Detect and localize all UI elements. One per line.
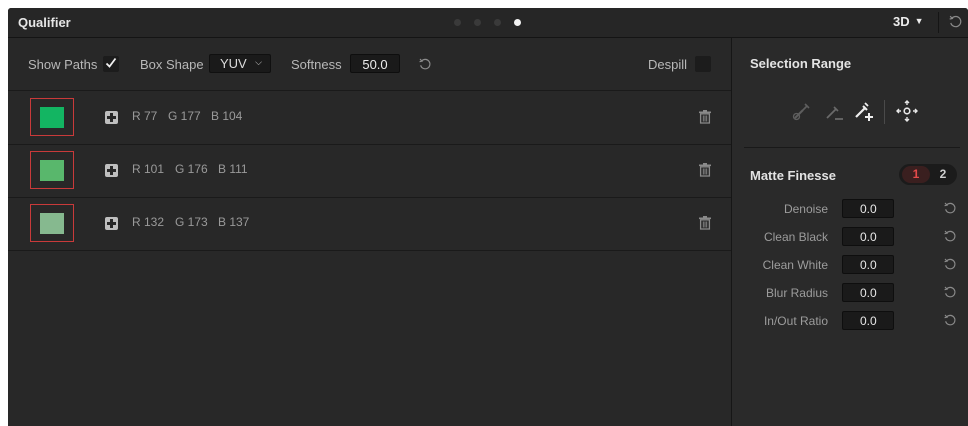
panel-header: Qualifier 3D ▼	[8, 8, 968, 38]
matte-finesse-title: Matte Finesse	[750, 168, 836, 183]
color-sample-row[interactable]: R 77 G 177 B 104	[8, 91, 731, 145]
rgb-b-value: B 137	[218, 215, 250, 229]
settings-sidebar: Selection Range Matte Finesse 1 2 Denois…	[731, 38, 968, 426]
box-shape-value: YUV	[220, 56, 247, 71]
qualifier-main: Show Paths Box Shape YUV ⌵ Softness 50.0…	[8, 38, 731, 426]
picker-icon[interactable]	[791, 100, 813, 122]
rgb-b-value: B 111	[218, 162, 248, 176]
color-swatch	[40, 160, 64, 181]
trash-icon[interactable]	[699, 216, 711, 230]
denoise-field[interactable]: 0.0	[842, 199, 894, 218]
box-shape-label: Box Shape	[140, 57, 204, 72]
tool-divider	[884, 100, 885, 124]
plus-icon[interactable]	[105, 111, 118, 124]
clean-white-field[interactable]: 0.0	[842, 255, 894, 274]
swatch-selection-frame[interactable]	[30, 98, 74, 136]
page-dot[interactable]	[474, 19, 481, 26]
softness-field[interactable]: 50.0	[350, 54, 400, 73]
trash-icon[interactable]	[699, 110, 711, 124]
page-1-button[interactable]: 1	[902, 166, 930, 183]
rgb-g-value: G 176	[175, 162, 208, 176]
softness-reset-icon[interactable]	[418, 57, 432, 71]
reset-icon[interactable]	[948, 14, 963, 29]
in-out-ratio-reset-icon[interactable]	[943, 313, 957, 327]
plus-icon[interactable]	[105, 164, 118, 177]
color-sample-row[interactable]: R 101 G 176 B 111	[8, 144, 731, 198]
section-divider	[744, 147, 960, 148]
chevron-down-icon: ⌵	[255, 57, 262, 67]
despill-label: Despill	[648, 57, 688, 72]
qualifier-panel: Qualifier 3D ▼ Show Paths Box Shape YUV …	[8, 8, 968, 426]
picker-minus-icon[interactable]	[823, 100, 845, 122]
in-out-ratio-label: In/Out Ratio	[763, 314, 828, 328]
clean-white-label: Clean White	[762, 258, 828, 272]
page-dot-active[interactable]	[514, 19, 521, 26]
picker-plus-icon[interactable]	[853, 100, 875, 122]
trash-icon[interactable]	[699, 163, 711, 177]
show-paths-checkbox[interactable]	[103, 56, 119, 72]
rgb-g-value: G 177	[168, 109, 201, 123]
expand-icon[interactable]	[896, 100, 918, 122]
rgb-g-value: G 173	[175, 215, 208, 229]
header-divider	[938, 12, 939, 33]
color-swatch	[40, 107, 64, 128]
clean-black-field[interactable]: 0.0	[842, 227, 894, 246]
swatch-selection-frame[interactable]	[30, 204, 74, 242]
mode-dropdown[interactable]: 3D ▼	[893, 14, 924, 32]
qualifier-toolbar: Show Paths Box Shape YUV ⌵ Softness 50.0…	[8, 38, 731, 91]
rgb-b-value: B 104	[211, 109, 243, 123]
blur-radius-reset-icon[interactable]	[943, 285, 957, 299]
mode-value: 3D	[893, 14, 910, 29]
clean-black-reset-icon[interactable]	[943, 229, 957, 243]
page-dot[interactable]	[454, 19, 461, 26]
rgb-r-value: R 132	[132, 215, 165, 229]
in-out-ratio-field[interactable]: 0.0	[842, 311, 894, 330]
rgb-r-value: R 101	[132, 162, 165, 176]
page-2-button[interactable]: 2	[932, 166, 954, 183]
panel-title: Qualifier	[18, 15, 71, 30]
softness-label: Softness	[291, 57, 342, 72]
denoise-label: Denoise	[783, 202, 828, 216]
denoise-reset-icon[interactable]	[943, 201, 957, 215]
show-paths-label: Show Paths	[28, 57, 98, 72]
despill-checkbox[interactable]	[695, 56, 711, 72]
color-swatch	[40, 213, 64, 234]
blur-radius-field[interactable]: 0.0	[842, 283, 894, 302]
selection-range-title: Selection Range	[750, 56, 852, 71]
chevron-down-icon: ▼	[914, 16, 924, 26]
matte-finesse-pager: 1 2	[899, 164, 957, 185]
clean-black-label: Clean Black	[763, 230, 828, 244]
clean-white-reset-icon[interactable]	[943, 257, 957, 271]
box-shape-dropdown[interactable]: YUV ⌵	[209, 54, 271, 73]
blur-radius-label: Blur Radius	[765, 286, 828, 300]
color-sample-row[interactable]: R 132 G 173 B 137	[8, 197, 731, 251]
plus-icon[interactable]	[105, 217, 118, 230]
swatch-selection-frame[interactable]	[30, 151, 74, 189]
rgb-r-value: R 77	[132, 109, 158, 123]
page-dot[interactable]	[494, 19, 501, 26]
checkmark-icon	[105, 57, 117, 68]
